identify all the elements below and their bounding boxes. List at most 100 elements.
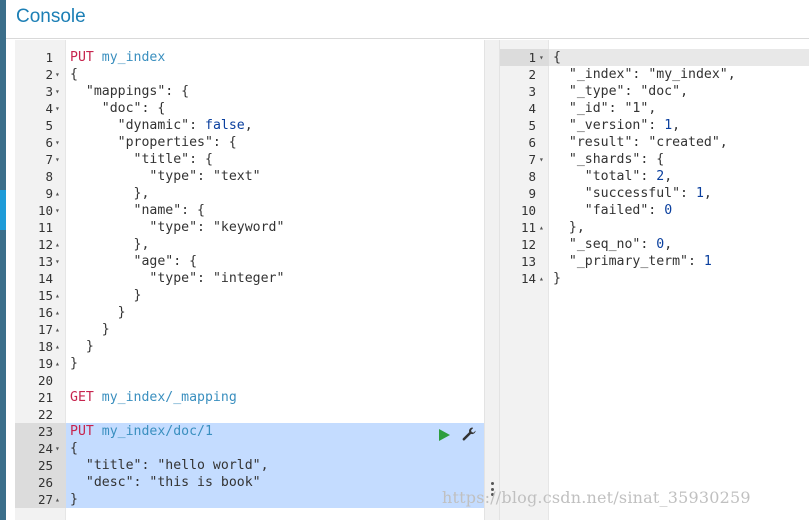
line-number: 2 xyxy=(528,67,536,82)
fold-open-icon[interactable]: ▾ xyxy=(55,83,60,100)
line-number: 10 xyxy=(37,203,53,218)
response-line[interactable]: 8 "total": 2, xyxy=(500,168,809,185)
wrench-icon[interactable] xyxy=(461,426,477,442)
request-line[interactable]: 6 ▾ "properties": { xyxy=(15,134,484,151)
fold-close-icon[interactable]: ▴ xyxy=(55,304,60,321)
response-line[interactable]: 9 "successful": 1, xyxy=(500,185,809,202)
request-line[interactable]: 24 ▾ { xyxy=(15,440,484,457)
line-number: 23 xyxy=(37,424,53,439)
request-line[interactable]: 5 "dynamic": false, xyxy=(15,117,484,134)
fold-open-icon[interactable]: ▾ xyxy=(55,202,60,219)
code-text: "_shards": { xyxy=(568,152,665,167)
line-number: 12 xyxy=(520,237,536,252)
code-text: "desc": "this is book" xyxy=(85,475,261,490)
fold-close-icon[interactable]: ▴ xyxy=(55,321,60,338)
request-line[interactable]: 22 xyxy=(15,406,484,423)
fold-close-icon[interactable]: ▴ xyxy=(539,219,544,236)
request-line[interactable]: 9 ▴ }, xyxy=(15,185,484,202)
response-line[interactable]: 2 "_index": "my_index", xyxy=(500,66,809,83)
fold-close-icon[interactable]: ▴ xyxy=(55,287,60,304)
request-line[interactable]: 17 ▴ } xyxy=(15,321,484,338)
play-icon[interactable] xyxy=(437,428,451,442)
request-line[interactable]: 4 ▾ "doc": { xyxy=(15,100,484,117)
response-line[interactable]: 13 "_primary_term": 1 xyxy=(500,253,809,270)
response-line[interactable]: 6 "result": "created", xyxy=(500,134,809,151)
request-line[interactable]: 13 ▾ "age": { xyxy=(15,253,484,270)
code-text: "doc": { xyxy=(101,101,166,116)
fold-open-icon[interactable]: ▾ xyxy=(539,151,544,168)
response-line[interactable]: 4 "_id": "1", xyxy=(500,100,809,117)
line-number: 14 xyxy=(37,271,53,286)
request-line[interactable]: 26 "desc": "this is book" xyxy=(15,474,484,491)
request-line[interactable]: 18 ▴ } xyxy=(15,338,484,355)
response-line[interactable]: 1 ▾ { xyxy=(500,49,809,66)
line-number: 7 xyxy=(528,152,536,167)
fold-close-icon[interactable]: ▴ xyxy=(55,236,60,253)
code-text: PUT my_index/doc/1 xyxy=(70,424,213,439)
code-text: "_version": 1, xyxy=(568,118,681,133)
console-header: Console xyxy=(6,0,809,39)
request-line[interactable]: 27 ▴} xyxy=(15,491,484,508)
response-line[interactable]: 14 ▴} xyxy=(500,270,809,287)
code-text: "age": { xyxy=(133,254,198,269)
line-number: 6 xyxy=(528,135,536,150)
request-line[interactable]: 14 "type": "integer" xyxy=(15,270,484,287)
request-line[interactable]: 15 ▴ } xyxy=(15,287,484,304)
request-line[interactable]: 20 xyxy=(15,372,484,389)
page-title: Console xyxy=(16,6,86,27)
line-number: 20 xyxy=(37,373,53,388)
response-line[interactable]: 11 ▴ }, xyxy=(500,219,809,236)
fold-close-icon[interactable]: ▴ xyxy=(55,355,60,372)
line-number: 9 xyxy=(528,186,536,201)
fold-close-icon[interactable]: ▴ xyxy=(55,338,60,355)
request-line[interactable]: 1 PUT my_index xyxy=(15,49,484,66)
response-viewer[interactable]: 1 ▾{2 "_index": "my_index", 3 "_type": "do… xyxy=(500,40,809,520)
line-number: 15 xyxy=(37,288,53,303)
line-number: 1 xyxy=(45,50,53,65)
request-line[interactable]: 16 ▴ } xyxy=(15,304,484,321)
line-number: 11 xyxy=(37,220,53,235)
line-number: 4 xyxy=(45,101,53,116)
response-line[interactable]: 10 "failed": 0 xyxy=(500,202,809,219)
fold-open-icon[interactable]: ▾ xyxy=(55,440,60,457)
response-line[interactable]: 5 "_version": 1, xyxy=(500,117,809,134)
request-editor[interactable]: 1 PUT my_index 2 ▾{3 ▾ "mappings": {4 ▾ "doc"… xyxy=(15,40,484,520)
request-line[interactable]: 23 PUT my_index/doc/1 xyxy=(15,423,484,440)
code-text: "_index": "my_index", xyxy=(568,67,736,82)
response-line[interactable]: 12 "_seq_no": 0, xyxy=(500,236,809,253)
request-line[interactable]: 19 ▴} xyxy=(15,355,484,372)
code-text: } xyxy=(70,339,94,354)
fold-open-icon[interactable]: ▾ xyxy=(55,66,60,83)
request-line[interactable]: 11 "type": "keyword" xyxy=(15,219,484,236)
line-number: 24 xyxy=(37,441,53,456)
request-line[interactable]: 3 ▾ "mappings": { xyxy=(15,83,484,100)
fold-close-icon[interactable]: ▴ xyxy=(55,185,60,202)
fold-open-icon[interactable]: ▾ xyxy=(55,100,60,117)
line-number: 2 xyxy=(45,67,53,82)
request-line[interactable]: 21 GET my_index/_mapping xyxy=(15,389,484,406)
response-lines[interactable]: 1 ▾{2 "_index": "my_index", 3 "_type": "do… xyxy=(500,49,809,287)
request-line[interactable]: 7 ▾ "title": { xyxy=(15,151,484,168)
request-line[interactable]: 12 ▴ }, xyxy=(15,236,484,253)
fold-close-icon[interactable]: ▴ xyxy=(539,270,544,287)
request-line[interactable]: 2 ▾ { xyxy=(15,66,484,83)
fold-open-icon[interactable]: ▾ xyxy=(55,134,60,151)
fold-open-icon[interactable]: ▾ xyxy=(539,49,544,66)
fold-open-icon[interactable]: ▾ xyxy=(55,151,60,168)
request-line[interactable]: 10 ▾ "name": { xyxy=(15,202,484,219)
line-number: 10 xyxy=(520,203,536,218)
fold-open-icon[interactable]: ▾ xyxy=(55,253,60,270)
line-number: 3 xyxy=(45,84,53,99)
code-text: "name": { xyxy=(133,203,205,218)
nav-active-indicator xyxy=(0,190,6,230)
code-text: "result": "created", xyxy=(568,135,728,150)
pane-splitter[interactable] xyxy=(484,40,500,520)
response-line[interactable]: 3 "_type": "doc", xyxy=(500,83,809,100)
code-text: } xyxy=(70,322,110,337)
request-line[interactable]: 25 "title": "hello world", xyxy=(15,457,484,474)
code-text: PUT my_index xyxy=(70,50,166,65)
response-line[interactable]: 7 ▾ "_shards": { xyxy=(500,151,809,168)
fold-close-icon[interactable]: ▴ xyxy=(55,491,60,508)
request-lines[interactable]: 1 PUT my_index 2 ▾{3 ▾ "mappings": {4 ▾ "doc"… xyxy=(15,49,484,508)
request-line[interactable]: 8 "type": "text" xyxy=(15,168,484,185)
